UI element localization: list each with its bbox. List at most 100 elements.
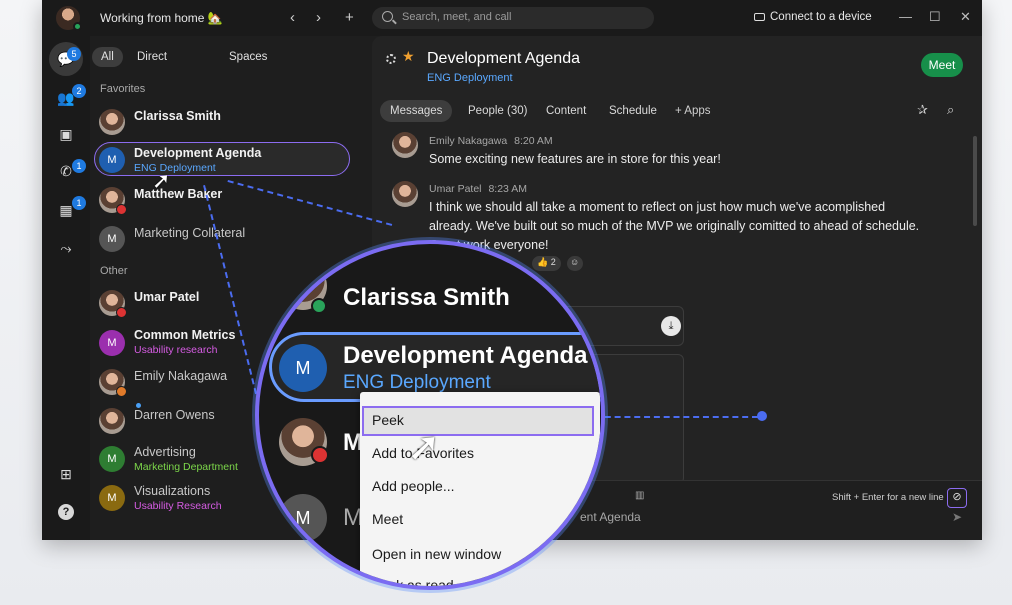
item-title: Emily Nakagawa [134, 369, 228, 383]
item-subtitle: ENG Deployment [343, 372, 491, 393]
space-team-link[interactable]: ENG Deployment [427, 72, 513, 84]
filter-all[interactable]: All [92, 47, 123, 67]
search-placeholder: Search, meet, and call [402, 11, 512, 23]
search-input[interactable]: Search, meet, and call [372, 7, 654, 29]
message-line: I think we should all take a moment to r… [429, 200, 886, 214]
item-title: Umar Patel [134, 290, 200, 304]
back-arrow-icon[interactable]: ‹ [290, 9, 295, 26]
item-title: Development Agenda [343, 342, 588, 369]
item-title: Darren Owens [134, 408, 215, 422]
space-title: Development Agenda [427, 50, 580, 67]
menu-item-peek[interactable]: Peek [372, 412, 404, 428]
menu-item-mark-read[interactable]: Mark as read [372, 577, 454, 586]
reaction-chip[interactable]: 👍 2 [532, 256, 561, 271]
filter-direct[interactable]: Direct [137, 51, 167, 63]
format-icon[interactable]: ▥ [635, 490, 644, 501]
send-icon[interactable]: ➤ [952, 510, 962, 524]
search-icon [382, 11, 393, 22]
connect-label: Connect to a device [770, 11, 872, 23]
avatar [99, 109, 125, 135]
message-author: Emily Nakagawa [429, 135, 508, 147]
calls-badge: 1 [72, 159, 86, 173]
status-badge [116, 307, 127, 318]
avatar: M [99, 485, 125, 511]
plus-icon[interactable]: + [345, 9, 354, 26]
item-subtitle: Usability research [134, 344, 218, 356]
presence-indicator [311, 298, 327, 314]
item-title: Visualizations [134, 484, 211, 498]
menu-item-add-people[interactable]: Add people... [372, 478, 455, 494]
message-text: Some exciting new features are in store … [429, 152, 721, 166]
message-text: I think we should all take a moment to r… [429, 198, 939, 255]
activity-icon[interactable]: ⤳ [52, 234, 80, 262]
message-scrollbar[interactable] [973, 136, 977, 226]
list-item[interactable]: M Marketing Collateral 🔕 [94, 222, 394, 256]
meet-button[interactable]: Meet [921, 53, 963, 77]
message-line: Great work everyone! [429, 238, 549, 252]
screen-icon [754, 13, 765, 21]
forward-arrow-icon[interactable]: › [316, 9, 321, 26]
contacts-icon[interactable]: ▣ [52, 120, 80, 148]
settings-gear-icon[interactable] [386, 54, 396, 64]
avatar [392, 181, 418, 207]
section-favorites: Favorites [100, 83, 146, 95]
list-item-selected[interactable]: M Development Agenda ENG Deployment [94, 143, 394, 177]
dnd-badge [116, 204, 127, 215]
tab-content[interactable]: Content [536, 100, 596, 122]
pin-icon[interactable]: ✰ [917, 102, 928, 118]
item-title: Marketing Collateral [134, 226, 246, 240]
avatar: M [279, 494, 327, 542]
messaging-badge: 5 [67, 47, 81, 61]
maximize-icon[interactable]: ☐ [929, 9, 941, 25]
item-title: Clarissa Smith [343, 284, 510, 311]
mouse-cursor-icon: ➚ [152, 168, 171, 193]
help-icon[interactable]: ? [52, 498, 80, 526]
teams-badge: 2 [72, 84, 86, 98]
user-status[interactable]: Working from home 🏡 [100, 11, 223, 25]
item-subtitle: ENG Deployment [134, 162, 216, 174]
menu-item-open-window[interactable]: Open in new window [372, 546, 501, 562]
mouse-cursor-icon: ➚ [407, 425, 441, 469]
menu-item-meet[interactable]: Meet [372, 511, 403, 527]
tab-schedule[interactable]: Schedule [599, 100, 667, 122]
context-menu: Peek Add to Favorites Add people... Meet… [360, 392, 600, 586]
minimize-icon[interactable]: — [899, 9, 912, 24]
hide-format-icon[interactable]: ⊘ [947, 488, 967, 508]
magnifier-callout: Clarissa Smith M Development Agenda ENG … [255, 240, 605, 590]
avatar [99, 408, 125, 434]
avatar: M [99, 226, 125, 252]
avatar: M [99, 330, 125, 356]
compose-hint: Shift + Enter for a new line [832, 492, 944, 503]
tab-messages[interactable]: Messages [380, 100, 453, 122]
message-time: 8:23 AM [488, 183, 527, 195]
presence-indicator [73, 22, 82, 31]
search-icon[interactable]: ⌕ [947, 102, 954, 118]
navigation-rail: 💬 5 👥 2 ▣ ✆ 1 ▦ 1 ⤳ ⊞ ? [42, 36, 90, 540]
close-icon[interactable]: ✕ [960, 9, 971, 25]
callout-dot [757, 411, 767, 421]
status-badge [116, 386, 127, 397]
tab-people[interactable]: People (30) [458, 100, 537, 122]
item-subtitle: Usability Research [134, 500, 222, 512]
calendar-badge: 1 [72, 196, 86, 210]
tab-apps[interactable]: + Apps [665, 100, 721, 122]
download-icon[interactable]: ⤓ [661, 316, 681, 336]
connect-device-button[interactable]: Connect to a device [754, 11, 872, 23]
dnd-badge [311, 446, 329, 464]
message-line: already. We've built out so much of the … [429, 219, 920, 233]
apps-grid-icon[interactable]: ⊞ [52, 460, 80, 488]
avatar: M [279, 344, 327, 392]
section-other: Other [100, 265, 128, 277]
message-time: 8:20 AM [514, 135, 553, 147]
item-title: Common Metrics [134, 328, 236, 342]
add-reaction-icon[interactable]: ☺ [567, 256, 583, 271]
item-title: Clarissa Smith [134, 109, 221, 123]
filter-spaces[interactable]: Spaces [229, 51, 267, 63]
list-item[interactable]: Clarissa Smith [94, 105, 394, 139]
favorite-star-icon[interactable]: ★ [402, 48, 415, 65]
item-title: Matthew Baker [134, 187, 223, 201]
item-title: Advertising [134, 445, 196, 459]
avatar [392, 132, 418, 158]
item-subtitle: Marketing Department [134, 461, 238, 473]
callout-line [595, 416, 758, 418]
